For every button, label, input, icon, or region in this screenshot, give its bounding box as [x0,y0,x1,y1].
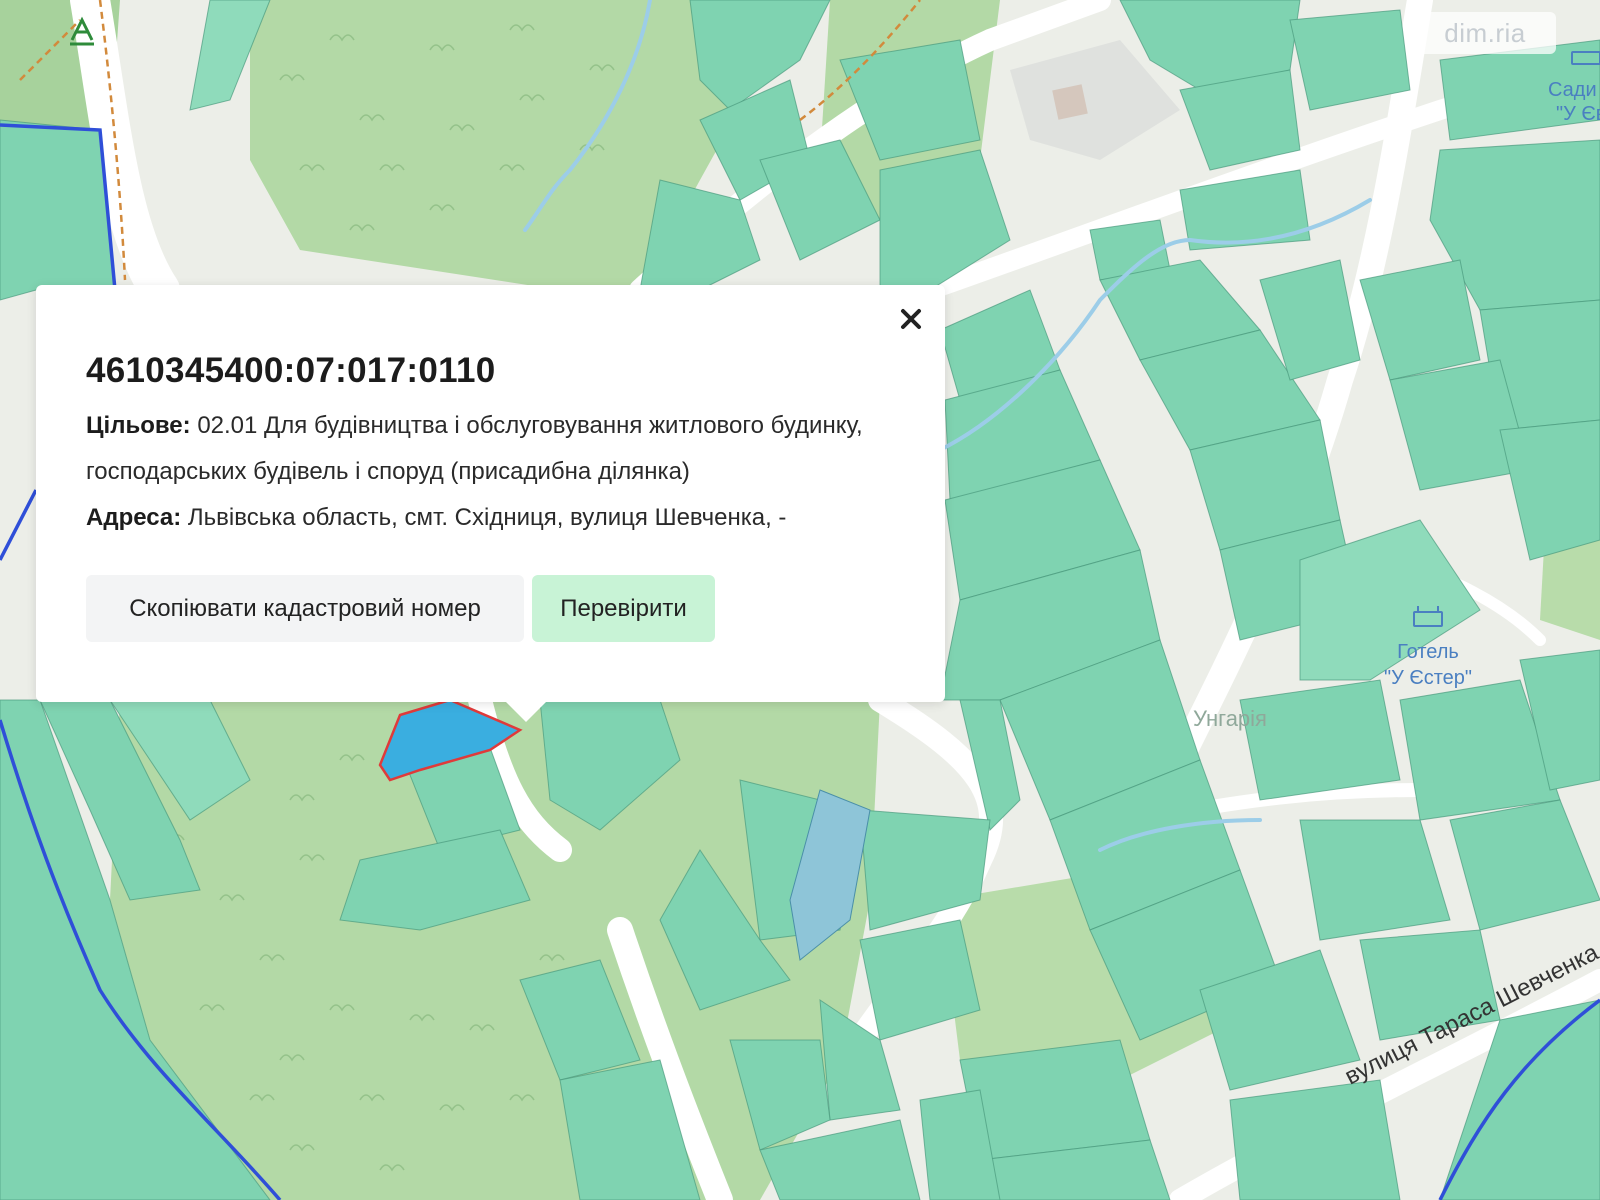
watermark: dim.ria [1414,12,1556,54]
locality-label: Унгарія [1193,706,1267,731]
parcel-details: Цільове: 02.01 Для будівництва і обслуго… [86,403,906,541]
close-icon [901,309,921,329]
hotel-label: Готель [1397,641,1459,663]
parcel-info-popup: 4610345400:07:017:0110 Цільове: 02.01 Дл… [36,285,945,722]
copy-cadastral-number-button[interactable]: Скопіювати кадастровий номер [86,575,524,642]
purpose-value: 02.01 Для будівництва і обслуговування ж… [86,412,863,485]
popup-pointer [506,702,546,722]
cadastral-number: 4610345400:07:017:0110 [86,351,496,390]
corner-label-2: "У Єв [1556,103,1600,125]
address-row: Адреса: Львівська область, смт. Східниця… [86,495,906,541]
address-value: Львівська область, смт. Східниця, вулиця… [187,504,787,531]
address-label: Адреса: [86,504,182,531]
purpose-label: Цільове: [86,412,191,439]
hotel-label-2: "У Єстер" [1384,667,1472,689]
building [1052,84,1088,120]
corner-label: Сади [1548,79,1597,101]
purpose-row: Цільове: 02.01 Для будівництва і обслуго… [86,403,906,495]
check-button[interactable]: Перевірити [532,575,715,642]
map-view[interactable]: Готель "У Єстер" Унгарія Сади "У Єв вули… [0,0,1600,1200]
close-button[interactable] [893,301,929,337]
